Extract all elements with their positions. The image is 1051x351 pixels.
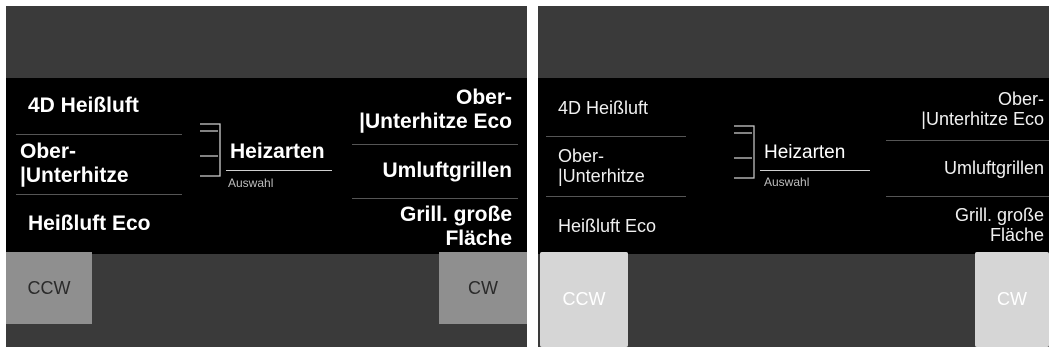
divider — [886, 196, 1049, 197]
divider — [760, 170, 870, 171]
center-title: Heizarten — [764, 142, 846, 163]
menu-item-label: Heißluft Eco — [28, 212, 151, 236]
menu-item-large-area-grill[interactable]: Grill. große Fläche — [350, 200, 512, 254]
oven-screen-left: 4D Heißluft Ober- |Unterhitze Heißluft E… — [6, 6, 527, 347]
menu-item-label: 4D Heißluft — [28, 94, 139, 118]
menu-item-label: Grill. große Fläche — [954, 204, 1044, 245]
menu-item-hot-air-eco[interactable]: Heißluft Eco — [28, 198, 178, 250]
menu-item-hot-air-eco[interactable]: Heißluft Eco — [558, 200, 708, 252]
menu-item-label: Ober- |Unterhitze — [20, 140, 129, 187]
divider — [886, 140, 1049, 141]
divider — [546, 136, 686, 137]
menu-item-circulating-grill[interactable]: Umluftgrillen — [882, 142, 1044, 194]
menu-item-4d-hot-air[interactable]: 4D Heißluft — [28, 80, 178, 132]
menu-item-label: Ober- |Unterhitze Eco — [359, 86, 512, 133]
center-subtitle: Auswahl — [764, 175, 810, 189]
center-title: Heizarten — [230, 140, 325, 163]
menu-item-label: Umluftgrillen — [943, 157, 1044, 178]
menu-item-circulating-grill[interactable]: Umluftgrillen — [350, 146, 513, 196]
ccw-button[interactable]: CCW — [540, 252, 628, 347]
divider — [16, 194, 182, 195]
menu-item-label: Heißluft Eco — [558, 215, 657, 236]
menu-item-label: Ober- |Unterhitze Eco — [921, 88, 1044, 129]
divider — [352, 198, 518, 199]
divider — [352, 144, 518, 145]
ccw-button[interactable]: CCW — [6, 252, 92, 324]
menu-item-label: Grill. große Fläche — [399, 203, 512, 250]
divider — [226, 170, 332, 171]
selector-bracket-icon — [734, 125, 755, 179]
menu-item-4d-hot-air[interactable]: 4D Heißluft — [558, 82, 708, 134]
divider — [546, 196, 686, 197]
menu-item-label: Umluftgrillen — [382, 159, 513, 183]
menu-item-top-bottom-heat-eco[interactable]: Ober- |Unterhitze Eco — [350, 80, 512, 140]
selector-bracket-icon — [200, 123, 221, 177]
heating-mode-menu: 4D Heißluft Ober- |Unterhitze Heißluft E… — [538, 78, 1049, 254]
oven-screen-right: 4D Heißluft Ober- |Unterhitze Heißluft E… — [538, 6, 1049, 347]
menu-item-label: 4D Heißluft — [558, 97, 649, 118]
cw-button[interactable]: CW — [439, 252, 527, 324]
cw-button[interactable]: CW — [975, 252, 1049, 347]
heating-mode-menu: 4D Heißluft Ober- |Unterhitze Heißluft E… — [6, 78, 527, 254]
menu-item-large-area-grill[interactable]: Grill. große Fläche — [882, 198, 1044, 252]
menu-item-top-bottom-heat[interactable]: Ober- |Unterhitze — [20, 136, 180, 192]
menu-item-label: Ober- |Unterhitze — [558, 145, 645, 186]
menu-item-top-bottom-heat[interactable]: Ober- |Unterhitze — [558, 138, 708, 194]
center-subtitle: Auswahl — [228, 176, 274, 190]
menu-item-top-bottom-heat-eco[interactable]: Ober- |Unterhitze Eco — [882, 80, 1044, 138]
divider — [16, 134, 182, 135]
